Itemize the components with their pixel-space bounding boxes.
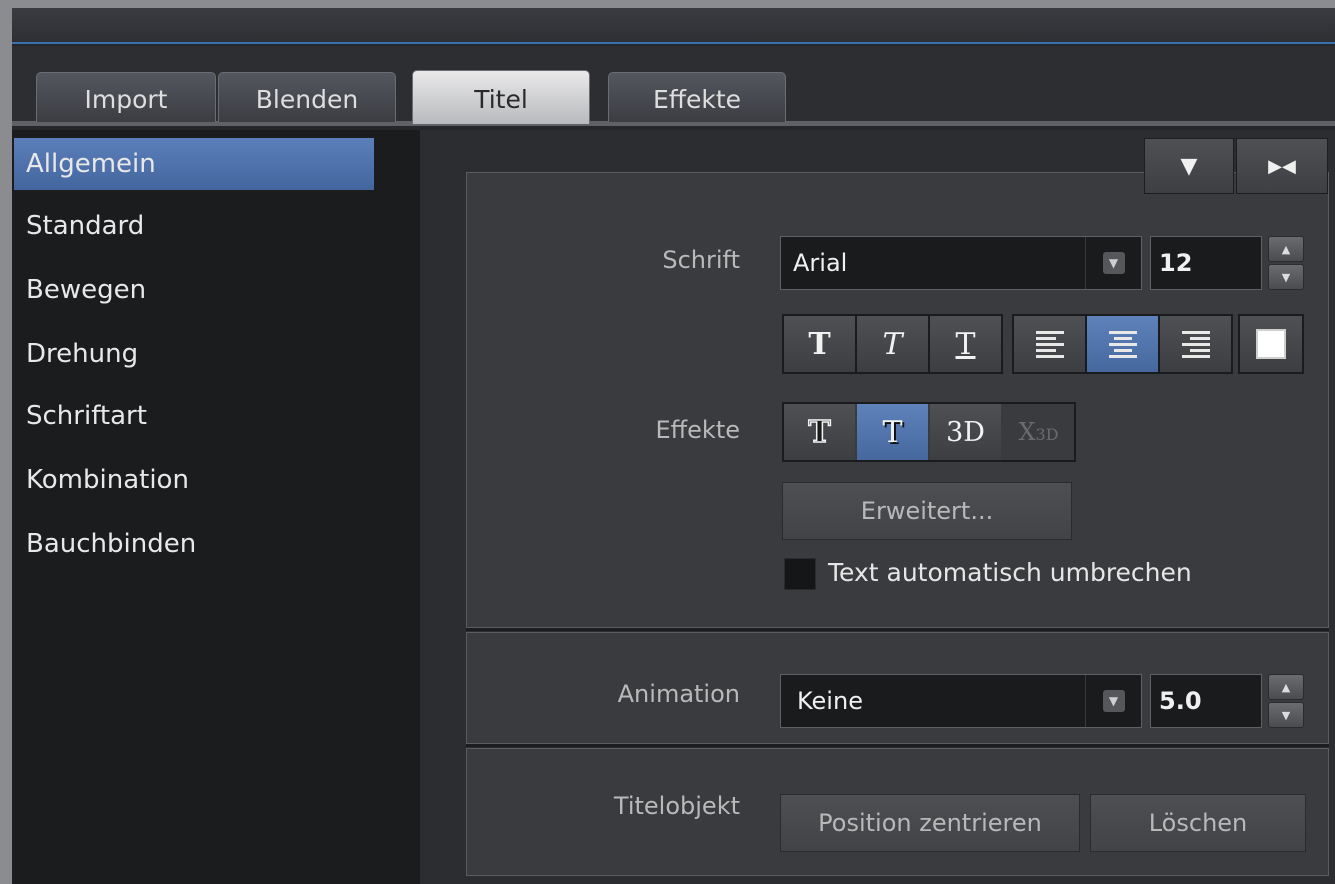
animation-value: Keine (797, 687, 863, 715)
animation-duration-value: 5.0 (1159, 687, 1202, 715)
shadow-text-icon: T (882, 414, 903, 450)
effects-label: Effekte (655, 416, 740, 444)
x3d-effect-button: X3D (1003, 404, 1074, 460)
italic-icon: T (882, 326, 903, 362)
tab-bar: Import Blenden Titel Effekte (12, 46, 1335, 126)
title-object-label: Titelobjekt (613, 792, 740, 820)
font-label: Schrift (662, 246, 740, 274)
sidebar-item-bewegen[interactable]: Bewegen (14, 264, 374, 316)
sidebar-item-label: Kombination (26, 465, 189, 495)
animation-label: Animation (617, 680, 740, 708)
align-left-icon (1035, 330, 1064, 358)
animation-select[interactable]: Keine ▼ (780, 674, 1142, 728)
title-bar[interactable] (12, 8, 1335, 44)
text-align-group (1012, 314, 1233, 374)
font-size-value: 12 (1159, 249, 1193, 277)
sidebar-item-allgemein[interactable]: Allgemein (14, 138, 374, 190)
tab-label: Import (84, 85, 168, 114)
align-center-button[interactable] (1087, 316, 1158, 372)
tab-titel[interactable]: Titel (412, 70, 590, 124)
tab-blenden[interactable]: Blenden (218, 72, 396, 122)
tab-label: Titel (474, 85, 528, 114)
tab-effekte[interactable]: Effekte (608, 72, 786, 122)
align-right-icon (1181, 330, 1210, 358)
font-size-stepper[interactable]: ▲ ▼ (1268, 236, 1304, 290)
tab-label: Blenden (255, 85, 359, 114)
underline-icon: T (955, 326, 976, 362)
shadow-effect-button[interactable]: T (857, 404, 928, 460)
font-family-select[interactable]: Arial ▼ (780, 236, 1142, 290)
delete-label: Löschen (1148, 809, 1248, 837)
center-position-label: Position zentrieren (818, 809, 1042, 837)
dock-button[interactable]: ▶◀ (1236, 138, 1328, 194)
triangle-down-icon: ▼ (1180, 153, 1198, 179)
collapse-button[interactable]: ▼ (1144, 138, 1234, 194)
stepper-up-icon[interactable]: ▲ (1268, 236, 1304, 262)
sidebar-item-bauchbinden[interactable]: Bauchbinden (14, 518, 374, 570)
stepper-down-icon[interactable]: ▼ (1268, 702, 1304, 728)
italic-button[interactable]: T (857, 316, 928, 372)
x3d-text-icon: X3D (1018, 418, 1059, 446)
sidebar-item-label: Schriftart (26, 401, 147, 431)
divider (466, 628, 1329, 631)
align-center-icon (1108, 330, 1137, 358)
sidebar-item-label: Bewegen (26, 275, 147, 305)
sidebar-item-kombination[interactable]: Kombination (14, 454, 374, 506)
animation-duration-stepper[interactable]: ▲ ▼ (1268, 674, 1304, 728)
outline-text-icon: T (808, 414, 832, 451)
wrap-text-label: Text automatisch umbrechen (828, 558, 1192, 587)
align-right-button[interactable] (1160, 316, 1231, 372)
dock-icon: ▶◀ (1268, 155, 1296, 177)
text-style-group: T T T (782, 314, 1003, 374)
animation-dropdown-arrow[interactable]: ▼ (1085, 675, 1141, 727)
stepper-up-icon[interactable]: ▲ (1268, 674, 1304, 700)
sidebar-item-label: Drehung (26, 339, 139, 369)
tab-import[interactable]: Import (36, 72, 216, 122)
stepper-down-icon[interactable]: ▼ (1268, 264, 1304, 290)
font-size-input[interactable]: 12 (1150, 236, 1262, 290)
3d-text-icon: 3D (946, 416, 985, 448)
sidebar-item-standard[interactable]: Standard (14, 200, 374, 252)
text-color-button[interactable] (1240, 316, 1302, 372)
tab-label: Effekte (652, 85, 742, 114)
advanced-button-label: Erweitert... (860, 497, 994, 525)
effects-group: T T 3D X3D (782, 402, 1076, 462)
wrap-text-checkbox[interactable] (784, 558, 816, 590)
outline-effect-button[interactable]: T (784, 404, 855, 460)
underline-button[interactable]: T (930, 316, 1001, 372)
animation-duration-input[interactable]: 5.0 (1150, 674, 1262, 728)
chevron-down-icon: ▼ (1102, 252, 1125, 274)
bold-button[interactable]: T (784, 316, 855, 372)
sidebar-item-schriftart[interactable]: Schriftart (14, 390, 374, 442)
color-group (1238, 314, 1304, 374)
font-family-value: Arial (793, 249, 848, 277)
3d-effect-button[interactable]: 3D (930, 404, 1001, 460)
align-left-button[interactable] (1014, 316, 1085, 372)
delete-button[interactable]: Löschen (1090, 794, 1306, 852)
sidebar-item-label: Allgemein (26, 149, 156, 179)
chevron-down-icon: ▼ (1102, 690, 1125, 712)
sidebar-item-label: Bauchbinden (26, 529, 197, 559)
divider (466, 744, 1329, 747)
sidebar-item-drehung[interactable]: Drehung (14, 328, 374, 380)
center-position-button[interactable]: Position zentrieren (780, 794, 1080, 852)
sidebar: Allgemein Standard Bewegen Drehung Schri… (12, 130, 420, 884)
font-family-dropdown-arrow[interactable]: ▼ (1085, 237, 1141, 289)
bold-icon: T (808, 326, 831, 362)
sidebar-item-label: Standard (26, 211, 145, 241)
advanced-button[interactable]: Erweitert... (782, 482, 1072, 540)
color-swatch-icon (1256, 329, 1286, 359)
